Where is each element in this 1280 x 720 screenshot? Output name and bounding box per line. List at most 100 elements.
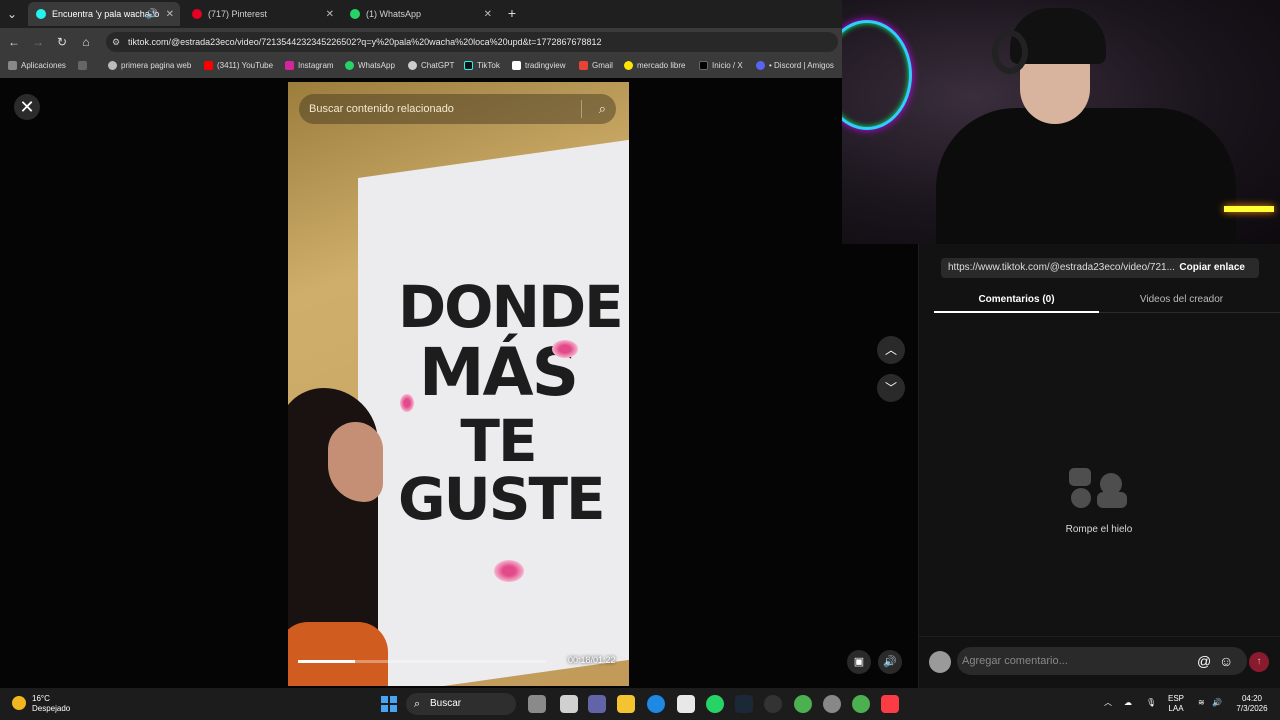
related-search-input[interactable]: Buscar contenido relacionado ⌕	[299, 94, 616, 124]
youtube-icon	[204, 61, 213, 70]
bookmark-apps[interactable]: Aplicaciones	[8, 61, 66, 70]
empty-comments-icon	[1069, 468, 1127, 508]
chevron-up-icon: ︿	[884, 343, 897, 357]
bookmark-grid[interactable]	[78, 61, 91, 70]
new-tab-plus-icon[interactable]: +	[504, 5, 520, 21]
tab-tiktok[interactable]: Encuentra 'y pala wacha lo 🔊 ✕	[28, 2, 180, 26]
tab-label: (1) WhatsApp	[366, 9, 422, 19]
bookmark-primera-pagina-web[interactable]: primera pagina web	[108, 61, 191, 70]
bookmark-instagram[interactable]: Instagram	[285, 61, 334, 70]
bookmark-discord[interactable]: • Discord | Amigos	[756, 61, 834, 70]
send-comment-button[interactable]: ↑	[1249, 652, 1269, 672]
tab-comments[interactable]: Comentarios (0)	[934, 294, 1099, 305]
apps-grid-icon	[8, 61, 17, 70]
video-frame-poster-text: DONDE MÁS TE GUSTE	[398, 278, 624, 528]
chatgpt-icon	[408, 61, 417, 70]
video-player[interactable]: DONDE MÁS TE GUSTE Buscar contenido rela…	[288, 82, 629, 686]
clock-app-icon[interactable]	[764, 695, 782, 713]
active-tab-underline	[934, 311, 1099, 313]
avatar[interactable]	[929, 651, 951, 673]
close-viewer-button[interactable]: ✕	[14, 94, 40, 120]
steam-icon[interactable]	[735, 695, 753, 713]
chrome-icon[interactable]	[852, 695, 870, 713]
home-icon[interactable]: ⌂	[78, 34, 94, 50]
app-paint-icon[interactable]	[528, 695, 546, 713]
tiktok-icon	[464, 61, 473, 70]
url-field[interactable]: ⚙ tiktok.com/@estrada23eco/video/7213544…	[106, 32, 838, 52]
bookmark-mercado-libre[interactable]: mercado libre	[624, 61, 685, 70]
bookmark-youtube[interactable]: (3411) YouTube	[204, 61, 273, 70]
mention-icon[interactable]: @	[1197, 647, 1211, 675]
empty-comments-text: Rompe el hielo	[1065, 524, 1133, 535]
tab-label: Encuentra 'y pala wacha lo	[52, 9, 160, 19]
comment-placeholder: Agregar comentario...	[962, 655, 1068, 667]
speaker-icon[interactable]: 🔊	[1212, 698, 1222, 708]
wifi-icon[interactable]: ≋	[1198, 698, 1205, 708]
bookmark-tiktok[interactable]: TikTok	[464, 61, 500, 70]
tab-creator-videos[interactable]: Videos del creador	[1099, 294, 1264, 305]
comment-composer: Agregar comentario... @ ☺ ↑	[919, 636, 1280, 688]
whatsapp-icon	[350, 9, 360, 19]
taskbar-search[interactable]: ⌕ Buscar	[406, 693, 516, 715]
teams-icon[interactable]	[588, 695, 606, 713]
bookmark-gmail[interactable]: Gmail	[579, 61, 613, 70]
bookmark-label: WhatsApp	[358, 61, 395, 70]
cloud-icon[interactable]: ☁	[1124, 698, 1132, 708]
bookmark-x[interactable]: Inicio / X	[699, 61, 743, 70]
address-bar-row: ← → ↻ ⌂ ⚙ tiktok.com/@estrada23eco/video…	[0, 28, 842, 56]
picture-in-picture-button[interactable]: ▣	[847, 650, 871, 674]
emoji-icon[interactable]: ☺	[1219, 647, 1233, 675]
search-icon[interactable]: ⌕	[599, 94, 606, 124]
file-explorer-icon[interactable]	[617, 695, 635, 713]
close-tab-icon[interactable]: ✕	[166, 9, 174, 20]
windows-start-icon[interactable]	[381, 696, 397, 712]
comment-input[interactable]: Agregar comentario... @ ☺	[957, 647, 1247, 675]
clock[interactable]: 04:20 7/3/2026	[1232, 694, 1272, 714]
tab-whatsapp[interactable]: (1) WhatsApp ✕	[342, 2, 498, 26]
bookmark-whatsapp[interactable]: WhatsApp	[345, 61, 395, 70]
site-info-icon[interactable]: ⚙	[112, 32, 120, 52]
speaker-icon[interactable]: 🔊	[146, 9, 158, 20]
bookmark-tradingview[interactable]: tradingview	[512, 61, 565, 70]
search-icon: ⌕	[414, 698, 421, 710]
close-tab-icon[interactable]: ✕	[326, 9, 334, 20]
reload-icon[interactable]: ↻	[54, 34, 70, 50]
previous-video-button[interactable]: ︿	[877, 336, 905, 364]
edge-icon[interactable]	[647, 695, 665, 713]
copy-link-button[interactable]: Copiar enlace	[1179, 258, 1245, 278]
gmail-icon	[579, 61, 588, 70]
language-bottom: LAA	[1168, 704, 1184, 713]
task-view-icon[interactable]	[560, 695, 578, 713]
whatsapp-icon[interactable]	[706, 695, 724, 713]
close-tab-icon[interactable]: ✕	[484, 9, 492, 20]
webcam-person-body	[936, 108, 1236, 244]
volume-button[interactable]: 🔊	[878, 650, 902, 674]
bookmark-label: (3411) YouTube	[217, 61, 274, 70]
microphone-icon[interactable]: 🎙	[1146, 698, 1156, 708]
language-top: ESP	[1168, 694, 1185, 703]
settings-icon[interactable]	[823, 695, 841, 713]
moon-icon	[12, 696, 26, 710]
tab-list-chevron-icon[interactable]: ⌄	[4, 6, 20, 22]
weather-widget[interactable]: 16°C Despejado	[12, 694, 70, 714]
tab-label: (717) Pinterest	[208, 9, 268, 19]
arrow-up-icon: ↑	[1256, 656, 1262, 667]
back-arrow-icon[interactable]: ←	[6, 34, 22, 50]
search-placeholder: Buscar contenido relacionado	[309, 103, 454, 115]
next-video-button[interactable]: ﹀	[877, 374, 905, 402]
close-icon: ✕	[19, 97, 35, 117]
music-icon[interactable]	[881, 695, 899, 713]
video-progress-bar[interactable]	[298, 660, 546, 663]
webcam-overlay	[842, 0, 1280, 244]
bookmark-chatgpt[interactable]: ChatGPT	[408, 61, 454, 70]
whatsapp-icon	[345, 61, 354, 70]
store-icon[interactable]	[677, 695, 695, 713]
tab-pinterest[interactable]: (717) Pinterest ✕	[184, 2, 340, 26]
bookmark-label: ChatGPT	[421, 61, 455, 70]
browser-tab-bar: ⌄ Encuentra 'y pala wacha lo 🔊 ✕ (717) P…	[0, 0, 842, 28]
video-link-text[interactable]: https://www.tiktok.com/@estrada23eco/vid…	[948, 262, 1175, 273]
chrome-icon[interactable]	[794, 695, 812, 713]
forward-arrow-icon[interactable]: →	[30, 34, 46, 50]
tray-overflow-icon[interactable]: ︿	[1104, 698, 1112, 708]
language-indicator[interactable]: ESP LAA	[1168, 694, 1184, 714]
